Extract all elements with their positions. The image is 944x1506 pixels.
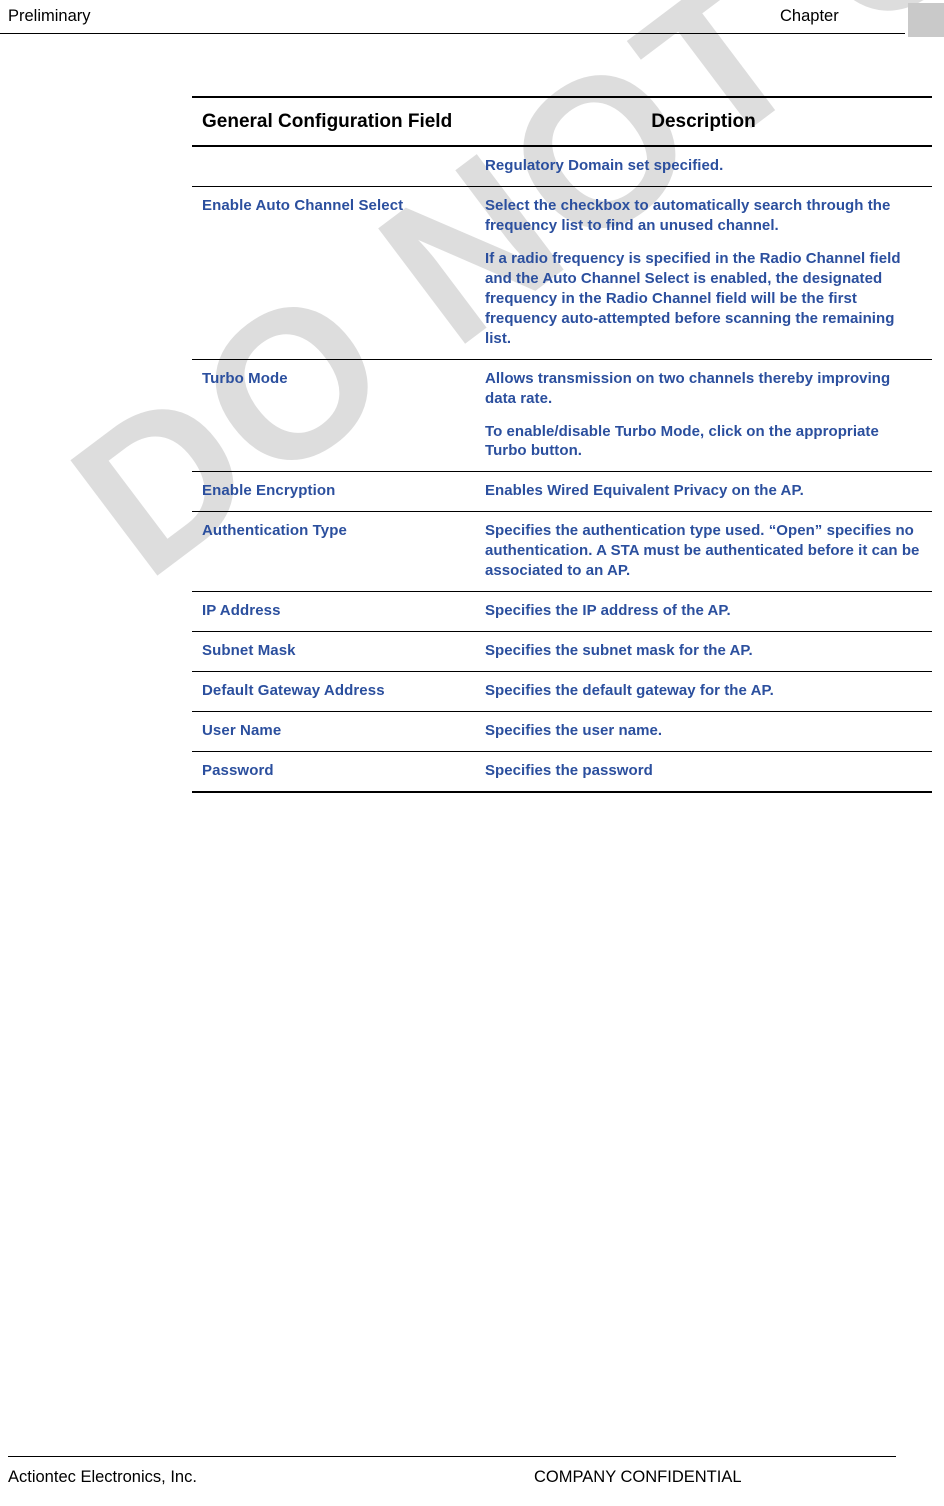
page-footer: Actiontec Electronics, Inc. COMPANY CONF… <box>0 1446 944 1506</box>
table-cell-field: IP Address <box>192 591 475 633</box>
field-label: User Name <box>202 721 282 739</box>
table-cell-description: Specifies the user name. <box>475 711 932 752</box>
table-cell-field: Enable Auto Channel Select <box>192 186 475 360</box>
table-cell-description: Regulatory Domain set specified. <box>475 146 932 188</box>
footer-confidentiality-note: COMPANY CONFIDENTIAL <box>534 1468 742 1486</box>
description-text: Select the checkbox to automatically sea… <box>485 196 922 349</box>
description-text: Specifies the password <box>485 761 922 781</box>
field-label: Turbo Mode <box>202 369 288 387</box>
column-header-field: General Configuration Field <box>202 111 453 132</box>
description-paragraph: Specifies the password <box>485 761 653 779</box>
table-cell-description: Allows transmission on two channels ther… <box>475 359 932 473</box>
table-row: User Name Specifies the user name. <box>192 711 932 752</box>
description-text: Allows transmission on two channels ther… <box>485 369 922 462</box>
table-header-cell-description: Description <box>475 95 932 148</box>
table-cell-description: Specifies the password <box>475 751 932 793</box>
description-paragraph: To enable/disable Turbo Mode, click on t… <box>485 422 879 460</box>
page-header: Preliminary Chapter <box>0 0 944 40</box>
table-row: Subnet Mask Specifies the subnet mask for… <box>192 631 932 673</box>
table-cell-description: Enables Wired Equivalent Privacy on the … <box>475 471 932 513</box>
table-row: Turbo Mode Allows transmission on two cha… <box>192 359 932 473</box>
field-label: Password <box>202 761 274 779</box>
table-cell-description: Specifies the default gateway for the AP… <box>475 671 932 712</box>
table-cell-description: Specifies the subnet mask for the AP. <box>475 631 932 673</box>
description-paragraph: Regulatory Domain set specified. <box>485 157 724 175</box>
description-paragraph: Allows transmission on two channels ther… <box>485 369 891 407</box>
description-text: Specifies the authentication type used. … <box>485 521 922 581</box>
table-row: Authentication Type Specifies the authent… <box>192 511 932 593</box>
table-cell-field: Subnet Mask <box>192 631 475 673</box>
description-text: Specifies the subnet mask for the AP. <box>485 641 922 661</box>
field-label: Subnet Mask <box>202 642 296 660</box>
description-paragraph: Specifies the default gateway for the AP… <box>485 682 774 700</box>
description-paragraph: Enables Wired Equivalent Privacy on the … <box>485 482 804 500</box>
table-cell-field: Default Gateway Address <box>192 671 475 712</box>
table-cell-field: Password <box>192 751 475 793</box>
table-cell-field: Turbo Mode <box>192 359 475 473</box>
table-body: General Configuration Field Description … <box>192 95 932 793</box>
table-cell-field: User Name <box>192 711 475 752</box>
column-header-description: Description <box>651 111 756 132</box>
description-text: Enables Wired Equivalent Privacy on the … <box>485 481 922 501</box>
table-cell-description: Specifies the IP address of the AP. <box>475 591 932 633</box>
description-text: Specifies the default gateway for the AP… <box>485 681 922 701</box>
table-header-cell-field: General Configuration Field <box>192 95 475 148</box>
general-configuration-table: General Configuration Field Description … <box>192 95 932 793</box>
header-left-text: Preliminary <box>8 7 91 25</box>
field-label: Authentication Type <box>202 522 347 540</box>
description-text: Specifies the IP address of the AP. <box>485 601 922 621</box>
table-row: Enable Encryption Enables Wired Equivalen… <box>192 471 932 513</box>
field-label: Enable Encryption <box>202 482 336 500</box>
field-label: IP Address <box>202 602 281 620</box>
table-cell-description: Specifies the authentication type used. … <box>475 511 932 593</box>
description-paragraph: Select the checkbox to automatically sea… <box>485 197 891 235</box>
description-paragraph: Specifies the IP address of the AP. <box>485 602 731 620</box>
footer-divider <box>8 1456 896 1457</box>
header-divider <box>0 33 905 34</box>
table-row: Default Gateway Address Specifies the def… <box>192 671 932 712</box>
table-cell-field: Authentication Type <box>192 511 475 593</box>
table-row: Password Specifies the password <box>192 751 932 793</box>
table-header-row: General Configuration Field Description <box>192 95 932 148</box>
description-text: Specifies the user name. <box>485 721 922 741</box>
field-label: Enable Auto Channel Select <box>202 197 404 215</box>
description-paragraph: Specifies the authentication type used. … <box>485 522 920 580</box>
table-cell-field <box>192 146 475 188</box>
table-row: IP Address Specifies the IP address of th… <box>192 591 932 633</box>
footer-company-name: Actiontec Electronics, Inc. <box>8 1468 197 1486</box>
description-paragraph: Specifies the user name. <box>485 721 663 739</box>
table-row: Enable Auto Channel Select Select the che… <box>192 186 932 360</box>
table-cell-field: Enable Encryption <box>192 471 475 513</box>
table-row: Regulatory Domain set specified. <box>192 146 932 188</box>
description-paragraph: Specifies the subnet mask for the AP. <box>485 642 753 660</box>
description-text: Regulatory Domain set specified. <box>485 156 922 176</box>
description-paragraph: If a radio frequency is specified in the… <box>485 249 901 347</box>
field-label: Default Gateway Address <box>202 682 385 700</box>
header-right-text: Chapter <box>780 7 839 25</box>
table-cell-description: Select the checkbox to automatically sea… <box>475 186 932 360</box>
header-corner-block <box>908 3 944 37</box>
